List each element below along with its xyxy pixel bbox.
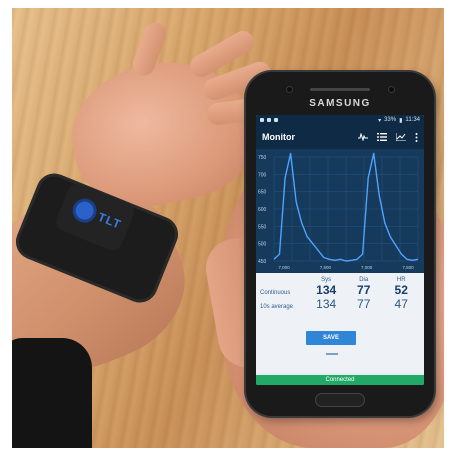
row-label: Continuous	[260, 290, 291, 296]
sys-value: 134	[316, 297, 337, 311]
waveform-icon[interactable]	[358, 133, 368, 141]
sensor-icon	[388, 86, 395, 93]
y-tick-label: 600	[258, 207, 267, 213]
app-icon	[274, 118, 278, 122]
x-tick-label: 7,500	[320, 265, 332, 270]
notification-icon	[260, 118, 264, 122]
x-tick-label: 7,000	[278, 265, 290, 270]
table-row: 10s average 134 77 47	[260, 297, 420, 311]
x-tick-label: 7,000	[361, 265, 373, 270]
readings-table: Sys Dia HR Continuous 134 77 52 10s aver…	[256, 273, 424, 373]
battery-icon: ▮	[399, 117, 403, 124]
y-tick-label: 550	[258, 224, 267, 230]
download-icon	[267, 118, 271, 122]
hr-value: 47	[394, 297, 408, 311]
home-button[interactable]	[316, 394, 364, 406]
y-tick-label: 650	[258, 190, 267, 196]
y-tick-label: 700	[258, 172, 267, 178]
page-title: Monitor	[262, 132, 295, 142]
y-tick-label: 500	[258, 242, 267, 248]
device-logo: TLT	[95, 209, 124, 232]
battery-level: 33%	[384, 117, 397, 123]
table-row: Continuous 134 77 52	[260, 283, 420, 297]
app-bar: Monitor	[256, 125, 424, 149]
x-tick-label: 7,500	[402, 265, 414, 270]
waveform-chart: 750 700 650 600 550 500 450 7,000 7,500 7,000 7,50…	[256, 149, 424, 273]
more-vert-icon[interactable]	[415, 132, 418, 142]
chart-icon[interactable]	[396, 133, 406, 141]
system-icons: ▾ 33% ▮ 11:34	[378, 117, 420, 124]
notification-icons	[260, 118, 278, 122]
toolbar	[358, 132, 418, 142]
phone: SAMSUNG ▾ 33% ▮ 11:34 Monitor 750 700 65…	[246, 72, 434, 416]
front-camera-icon	[286, 86, 293, 93]
dia-value: 77	[357, 283, 371, 297]
y-tick-label: 450	[258, 259, 267, 265]
brand-logo: SAMSUNG	[309, 98, 371, 109]
waveform-svg: 750 700 650 600 550 500 450 7,000 7,500 7,000 7,50…	[258, 152, 419, 270]
page-indicator	[326, 353, 338, 355]
phone-screen: ▾ 33% ▮ 11:34 Monitor 750 700 650 600 550 500…	[256, 115, 424, 385]
earpiece	[310, 88, 370, 91]
row-label: 10s average	[260, 304, 294, 310]
wifi-icon: ▾	[378, 117, 382, 124]
device-power-button	[72, 198, 97, 223]
dia-value: 77	[357, 297, 371, 311]
list-icon[interactable]	[377, 133, 387, 141]
clock: 11:34	[405, 117, 420, 123]
sys-value: 134	[316, 283, 337, 297]
connection-status-bar: Connected	[256, 375, 424, 385]
y-tick-label: 750	[258, 155, 267, 161]
save-button[interactable]: SAVE	[306, 331, 356, 345]
hr-value: 52	[394, 283, 408, 297]
status-bar: ▾ 33% ▮ 11:34	[256, 115, 424, 125]
sleeve	[12, 338, 92, 448]
